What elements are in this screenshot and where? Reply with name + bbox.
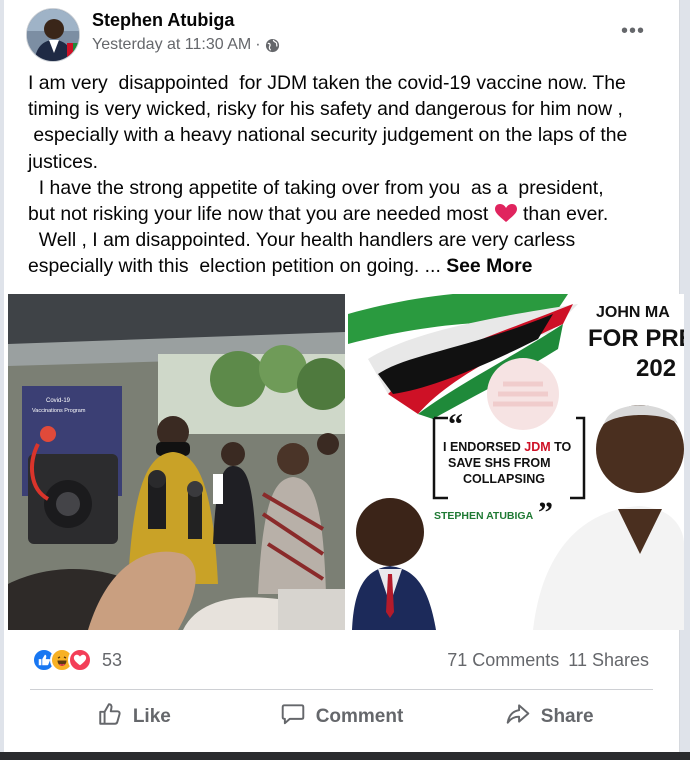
shares-count[interactable]: 11 Shares — [568, 650, 649, 671]
more-options-icon[interactable]: ••• — [621, 20, 645, 43]
comment-button[interactable]: Comment — [238, 697, 446, 737]
quote-line1: I ENDORSED JDM TO — [443, 440, 572, 454]
post-photos: Covid-19 Vaccinations Program JOHN MA FO… — [8, 294, 684, 630]
comment-label: Comment — [315, 706, 404, 727]
quote-close-mark: ” — [538, 496, 553, 529]
reaction-count: 53 — [102, 649, 123, 670]
action-divider — [30, 689, 653, 690]
poster-year: 202 — [636, 355, 676, 382]
love-icon — [68, 648, 92, 672]
photo-vaccination-press[interactable]: Covid-19 Vaccinations Program — [8, 294, 345, 630]
poster-name: JOHN MA — [596, 304, 670, 321]
quote-open-mark: “ — [448, 408, 463, 441]
like-label: Like — [132, 706, 171, 727]
post-line: especially with a heavy national securit… — [28, 124, 628, 147]
photo-endorsement-poster[interactable]: JOHN MA FOR PRES 202 “ I ENDORSED JDM TO… — [348, 294, 684, 630]
comment-bubble-icon — [280, 701, 306, 733]
poster-for: FOR PRES — [588, 325, 684, 352]
thumbs-up-icon — [97, 701, 123, 733]
meta-separator: · — [255, 36, 261, 53]
post-line: timing is very wicked, risky for his saf… — [28, 98, 623, 121]
post-line: but not risking your life now that you a… — [28, 203, 609, 226]
post-line: especially with this election petition o… — [28, 255, 533, 278]
post-line: justices. — [28, 150, 99, 173]
share-arrow-icon — [505, 701, 531, 733]
quote-line2: SAVE SHS FROM — [448, 456, 551, 470]
quote-line3: COLLAPSING — [463, 472, 545, 486]
post-meta: Yesterday at 11:30 AM · — [92, 36, 280, 54]
window-bottom-edge — [0, 752, 690, 760]
comments-count[interactable]: 71 Comments — [447, 650, 559, 671]
post-stats: 53 71 Comments 11 Shares — [32, 646, 649, 676]
post-line: I have the strong appetite of taking ove… — [28, 176, 604, 199]
globe-icon — [265, 38, 280, 53]
share-button[interactable]: Share — [445, 697, 653, 737]
post-text: I am very disappointed for JDM taken the… — [28, 70, 668, 280]
vaccination-banner-line2: Vaccinations Program — [32, 408, 86, 414]
post-line: Well , I am disappointed. Your health ha… — [28, 229, 576, 252]
reactions-summary[interactable]: 53 — [32, 648, 122, 672]
post-line: I am very disappointed for JDM taken the… — [28, 72, 626, 94]
post-timestamp[interactable]: Yesterday at 11:30 AM — [92, 36, 251, 54]
author-avatar[interactable] — [26, 8, 80, 62]
post-header: Stephen Atubiga Yesterday at 11:30 AM · … — [26, 6, 659, 62]
author-name[interactable]: Stephen Atubiga — [92, 10, 234, 31]
quote-signature: STEPHEN ATUBIGA — [434, 510, 534, 522]
see-more-link[interactable]: See More — [446, 255, 532, 277]
engagement-counts: 71 Comments 11 Shares — [447, 650, 649, 671]
post-actions: Like Comment Share — [30, 697, 653, 737]
post-card: Stephen Atubiga Yesterday at 11:30 AM · … — [4, 0, 684, 752]
share-label: Share — [540, 706, 594, 727]
vaccination-banner-line1: Covid-19 — [46, 398, 71, 404]
like-button[interactable]: Like — [30, 697, 238, 737]
red-heart-icon — [494, 203, 518, 223]
